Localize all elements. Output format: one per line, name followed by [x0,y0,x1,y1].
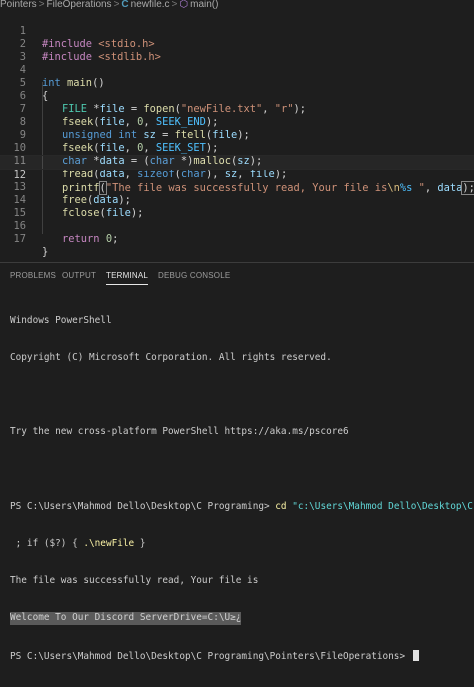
line-number: 17 [13,233,26,245]
tab-terminal[interactable]: TERMINAL [106,271,149,285]
terminal-output[interactable]: Windows PowerShell Copyright (C) Microso… [10,290,474,687]
terminal-line: Try the new cross-platform PowerShell ht… [10,426,349,438]
terminal-line: Windows PowerShell [10,314,112,326]
code-line[interactable]: 3 [0,38,474,63]
terminal-command: cd [275,500,287,512]
code-line[interactable]: 9 fseek(file, 0, SEEK_SET); [0,116,474,154]
terminal-prompt: PS C:\Users\Mahmod Dello\Desktop\C Progr… [10,500,276,512]
terminal-prompt-line[interactable]: PS C:\Users\Mahmod Dello\Desktop\C Progr… [10,649,474,662]
terminal-selected-text[interactable]: Welcome To Our Discord ServerDrive=C:\U≥… [10,612,242,625]
terminal-command: ; if ($?) { [10,538,84,550]
panel-tabs: PROBLEMS OUTPUT TERMINAL DEBUG CONSOLE [0,263,474,287]
method-icon: ⬡ [179,0,189,10]
c-file-icon: C [121,0,129,10]
code-line[interactable]: 4 int main() [0,51,474,89]
chevron-right-icon: > [113,0,120,10]
breadcrumb: Pointers > FileOperations > Cnewfile.c > ⬡ main… [0,0,474,12]
terminal-cursor [412,649,419,661]
terminal-line: Welcome To Our Discord ServerDrive=C:\U≥… [10,612,474,625]
code-line[interactable]: 11 fread(data, sizeof(char), sz, file); [0,142,474,180]
breadcrumb-symbol[interactable]: main() [190,0,218,10]
terminal-command-line: PS C:\Users\Mahmod Dello\Desktop\C Progr… [10,501,474,513]
terminal-prompt: PS C:\Users\Mahmod Dello\Desktop\C Progr… [10,650,411,662]
code-line[interactable]: 5 { [0,64,474,102]
code-line[interactable]: 15 [0,194,474,219]
breadcrumb-file[interactable]: newfile.c [131,0,170,10]
tab-problems[interactable]: PROBLEMS [10,271,56,280]
terminal-command-arg: "c:\Users\Mahmod Dello\Desktop\C Program… [292,500,473,512]
terminal-command: } [134,538,146,550]
code-token: return [62,233,100,245]
chevron-right-icon: > [171,0,178,10]
terminal-line: The file was successfully read, Your fil… [10,575,259,587]
code-line[interactable]: 7 fseek(file, 0, SEEK_END); [0,90,474,128]
code-line[interactable]: 10 char *data = (char *)malloc(sz); [0,129,474,167]
code-line[interactable]: 8 unsigned int sz = ftell(file); [0,103,474,141]
code-editor[interactable]: 1 #include <stdio.h> 2 #include <stdlib.… [0,12,474,262]
breadcrumb-folder-fileoperations[interactable]: FileOperations [47,0,112,10]
code-line[interactable]: 16 return 0; [0,207,474,245]
terminal-command: .\newFile [83,538,135,550]
tab-debug-console[interactable]: DEBUG CONSOLE [158,271,230,280]
terminal-line: Copyright (C) Microsoft Corporation. All… [10,352,332,364]
bottom-panel: PROBLEMS OUTPUT TERMINAL DEBUG CONSOLE W… [0,262,474,662]
tab-output[interactable]: OUTPUT [62,271,96,280]
code-line[interactable]: 1 #include <stdio.h> [0,12,474,50]
code-line[interactable]: 2 #include <stdlib.h> [0,25,474,63]
breadcrumb-folder-pointers[interactable]: Pointers [0,0,37,10]
code-line[interactable]: 13 free(data); [0,168,474,206]
code-line[interactable]: 17 } [0,220,474,258]
chevron-right-icon: > [38,0,45,10]
terminal-command-line: ; if ($?) { .\newFile } [10,538,474,550]
code-line[interactable]: 6 FILE *file = fopen("newFile.txt", "r")… [0,77,474,115]
code-token: ; [112,233,119,245]
code-token: } [42,246,49,258]
code-line[interactable]: 14 fclose(file); [0,181,474,219]
